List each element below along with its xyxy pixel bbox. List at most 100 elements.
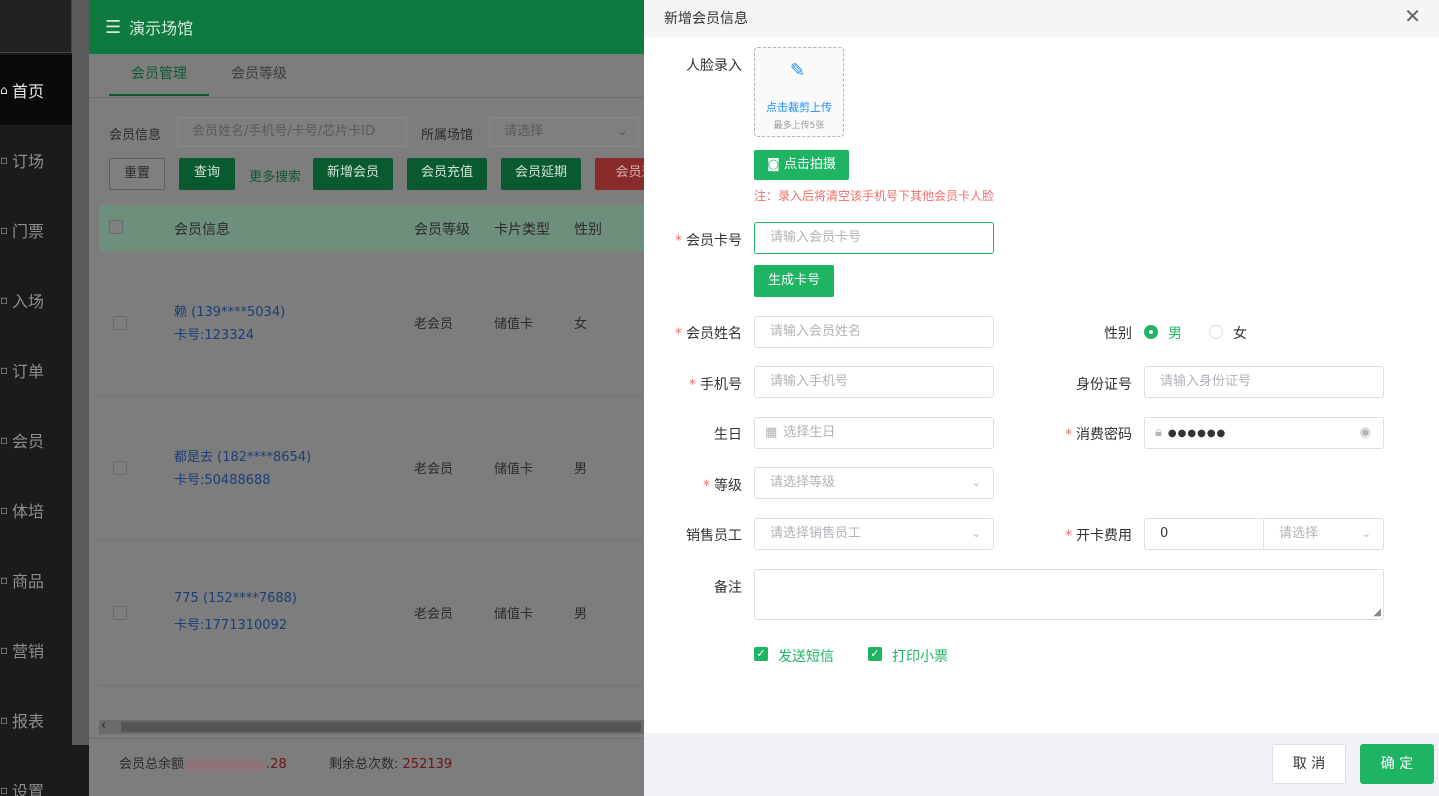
top-bar: ☰ 演示场馆 xyxy=(89,0,645,54)
table-row[interactable]: 都是去 (182****8654) 卡号:50488688 老会员 储值卡 男 xyxy=(99,396,645,541)
fee-unit-select[interactable]: 请选择 xyxy=(1279,519,1318,549)
id-card-label: 身份证号 xyxy=(1076,377,1132,393)
table-row[interactable]: 775 (152****7688) 卡号:1771310092 老会员 储值卡 … xyxy=(99,541,645,686)
drawer-title: 新增会员信息 xyxy=(664,11,748,27)
generate-card-button[interactable]: 生成卡号 xyxy=(754,265,834,297)
card-type: 储值卡 xyxy=(494,317,534,332)
member-name-label: * 会员姓名 xyxy=(675,326,742,342)
sidebar-item-orders[interactable]: ▫ 订单 xyxy=(0,335,72,405)
gender-male-label[interactable]: 男 xyxy=(1168,323,1182,343)
face-label: 人脸录入 xyxy=(686,58,742,74)
remaining-count-summary: 剩余总次数: 252139 xyxy=(329,757,453,772)
venue-select[interactable]: 请选择 ⌄ xyxy=(489,117,639,147)
cancel-button[interactable]: 取 消 xyxy=(1272,744,1346,784)
sidebar-item-members[interactable]: ▫ 会员 xyxy=(0,405,72,475)
summary-footer: 会员总余额 .28 剩余总次数: 252139 xyxy=(89,738,645,796)
sidebar-item-home[interactable]: ⌂ 首页 xyxy=(0,55,72,125)
card-number-label: * 会员卡号 xyxy=(675,233,742,249)
report-icon: ▫ xyxy=(0,713,9,727)
member-info-search-input[interactable]: 会员姓名/手机号/卡号/芯片卡ID xyxy=(177,117,407,147)
member-gender: 男 xyxy=(574,607,588,622)
sidebar-item-marketing[interactable]: ▫ 营销 xyxy=(0,615,72,685)
member-gender: 男 xyxy=(574,462,588,477)
confirm-button[interactable]: 确 定 xyxy=(1360,744,1434,784)
member-gender: 女 xyxy=(574,317,588,332)
menu-fold-icon[interactable]: ☰ xyxy=(105,17,121,38)
query-button[interactable]: 查询 xyxy=(179,158,235,190)
sidebar-rail xyxy=(72,0,89,745)
sidebar-item-booking[interactable]: ▫ 订场 xyxy=(0,125,72,195)
remark-label: 备注 xyxy=(714,580,742,596)
gender-male-radio[interactable] xyxy=(1144,325,1158,339)
member-level: 老会员 xyxy=(414,607,454,622)
column-member-level: 会员等级 xyxy=(414,222,470,238)
tab-member-levels[interactable]: 会员等级 xyxy=(231,54,287,96)
id-card-input[interactable]: 请输入身份证号 xyxy=(1144,366,1384,398)
member-card-number: 卡号:50488688 xyxy=(174,473,271,488)
upload-limit: 最多上传5张 xyxy=(773,121,825,131)
training-icon: ▫ xyxy=(0,503,9,517)
print-receipt-label[interactable]: 打印小票 xyxy=(892,646,948,666)
chevron-down-icon: ⌄ xyxy=(617,124,628,139)
member-name-input[interactable]: 请输入会员姓名 xyxy=(754,316,994,348)
member-name[interactable]: 都是去 (182****8654) xyxy=(174,446,311,465)
card-fee-input[interactable]: 0 xyxy=(1160,526,1168,541)
tab-member-management[interactable]: 会员管理 xyxy=(109,54,209,96)
resize-handle-icon[interactable]: ◢ xyxy=(1373,607,1381,618)
sidebar-item-goods[interactable]: ▫ 商品 xyxy=(0,545,72,615)
password-input[interactable]: 🔒︎ ●●●●●● ◉ xyxy=(1144,417,1384,449)
row-checkbox[interactable] xyxy=(113,606,127,620)
face-upload-box[interactable]: ✎ 点击裁剪上传 最多上传5张 xyxy=(754,47,844,137)
card-number-input[interactable]: 请输入会员卡号 xyxy=(754,222,994,254)
lock-icon: 🔒︎ xyxy=(1155,425,1162,440)
sidebar-item-training[interactable]: ▫ 体培 xyxy=(0,475,72,545)
upload-text: 点击裁剪上传 xyxy=(766,101,832,114)
birthday-picker[interactable]: ▦ 选择生日 xyxy=(754,417,994,449)
marketing-icon: ▫ xyxy=(0,643,9,657)
sales-staff-select[interactable]: 请选择销售员工 ⌄ xyxy=(754,518,994,550)
table-horizontal-scrollbar[interactable]: ‹ xyxy=(99,718,645,734)
member-refund-button[interactable]: 会员退 xyxy=(595,158,645,190)
eye-icon[interactable]: ◉ xyxy=(1360,418,1371,448)
card-fee-group: 0 请选择 ⌄ xyxy=(1144,518,1384,550)
take-photo-button[interactable]: ◙ 点击拍摄 xyxy=(754,150,849,180)
member-recharge-button[interactable]: 会员充值 xyxy=(407,158,487,190)
more-search-link[interactable]: 更多搜索 xyxy=(249,166,301,185)
phone-input[interactable]: 请输入手机号 xyxy=(754,366,994,398)
gender-female-radio[interactable] xyxy=(1209,325,1223,339)
remark-textarea[interactable]: ◢ xyxy=(754,569,1384,620)
sidebar-item-entry[interactable]: ▫ 入场 xyxy=(0,265,72,335)
chevron-down-icon: ⌄ xyxy=(971,476,981,489)
reset-button[interactable]: 重置 xyxy=(109,158,165,190)
level-select[interactable]: 请选择等级 ⌄ xyxy=(754,467,994,499)
redacted-value xyxy=(186,759,265,770)
member-tabs: 会员管理 会员等级 xyxy=(89,54,645,98)
row-checkbox[interactable] xyxy=(113,461,127,475)
member-name[interactable]: 赖 (139****5034) xyxy=(174,301,285,320)
table-header: 会员信息 会员等级 卡片类型 性别 xyxy=(99,205,645,251)
chevron-down-icon: ⌄ xyxy=(971,527,981,540)
scroll-left-icon[interactable]: ‹ xyxy=(101,718,106,732)
birthday-label: 生日 xyxy=(714,427,742,443)
card-type: 储值卡 xyxy=(494,462,534,477)
gender-female-label[interactable]: 女 xyxy=(1233,323,1247,343)
member-level: 老会员 xyxy=(414,317,454,332)
sidebar-item-reports[interactable]: ▫ 报表 xyxy=(0,685,72,755)
sidebar-item-settings[interactable]: ▫ 设置 xyxy=(0,755,72,796)
send-sms-checkbox[interactable]: ✓ xyxy=(754,647,768,661)
member-extend-button[interactable]: 会员延期 xyxy=(501,158,581,190)
member-name[interactable]: 775 (152****7688) xyxy=(174,591,297,606)
send-sms-label[interactable]: 发送短信 xyxy=(778,646,834,666)
column-card-type: 卡片类型 xyxy=(494,222,550,238)
select-all-checkbox[interactable] xyxy=(109,220,123,234)
phone-label: * 手机号 xyxy=(689,377,742,393)
add-member-button[interactable]: 新增会员 xyxy=(313,158,393,190)
member-card-number: 卡号:1771310092 xyxy=(174,618,288,633)
venue-title: 演示场馆 xyxy=(129,19,194,38)
print-receipt-checkbox[interactable]: ✓ xyxy=(868,647,882,661)
sidebar-item-tickets[interactable]: ▫ 门票 xyxy=(0,195,72,265)
close-icon[interactable]: ✕ xyxy=(1404,4,1421,28)
table-row[interactable]: 赖 (139****5034) 卡号:123324 老会员 储值卡 女 xyxy=(99,251,645,396)
row-checkbox[interactable] xyxy=(113,316,127,330)
scrollbar-thumb[interactable] xyxy=(121,722,641,732)
